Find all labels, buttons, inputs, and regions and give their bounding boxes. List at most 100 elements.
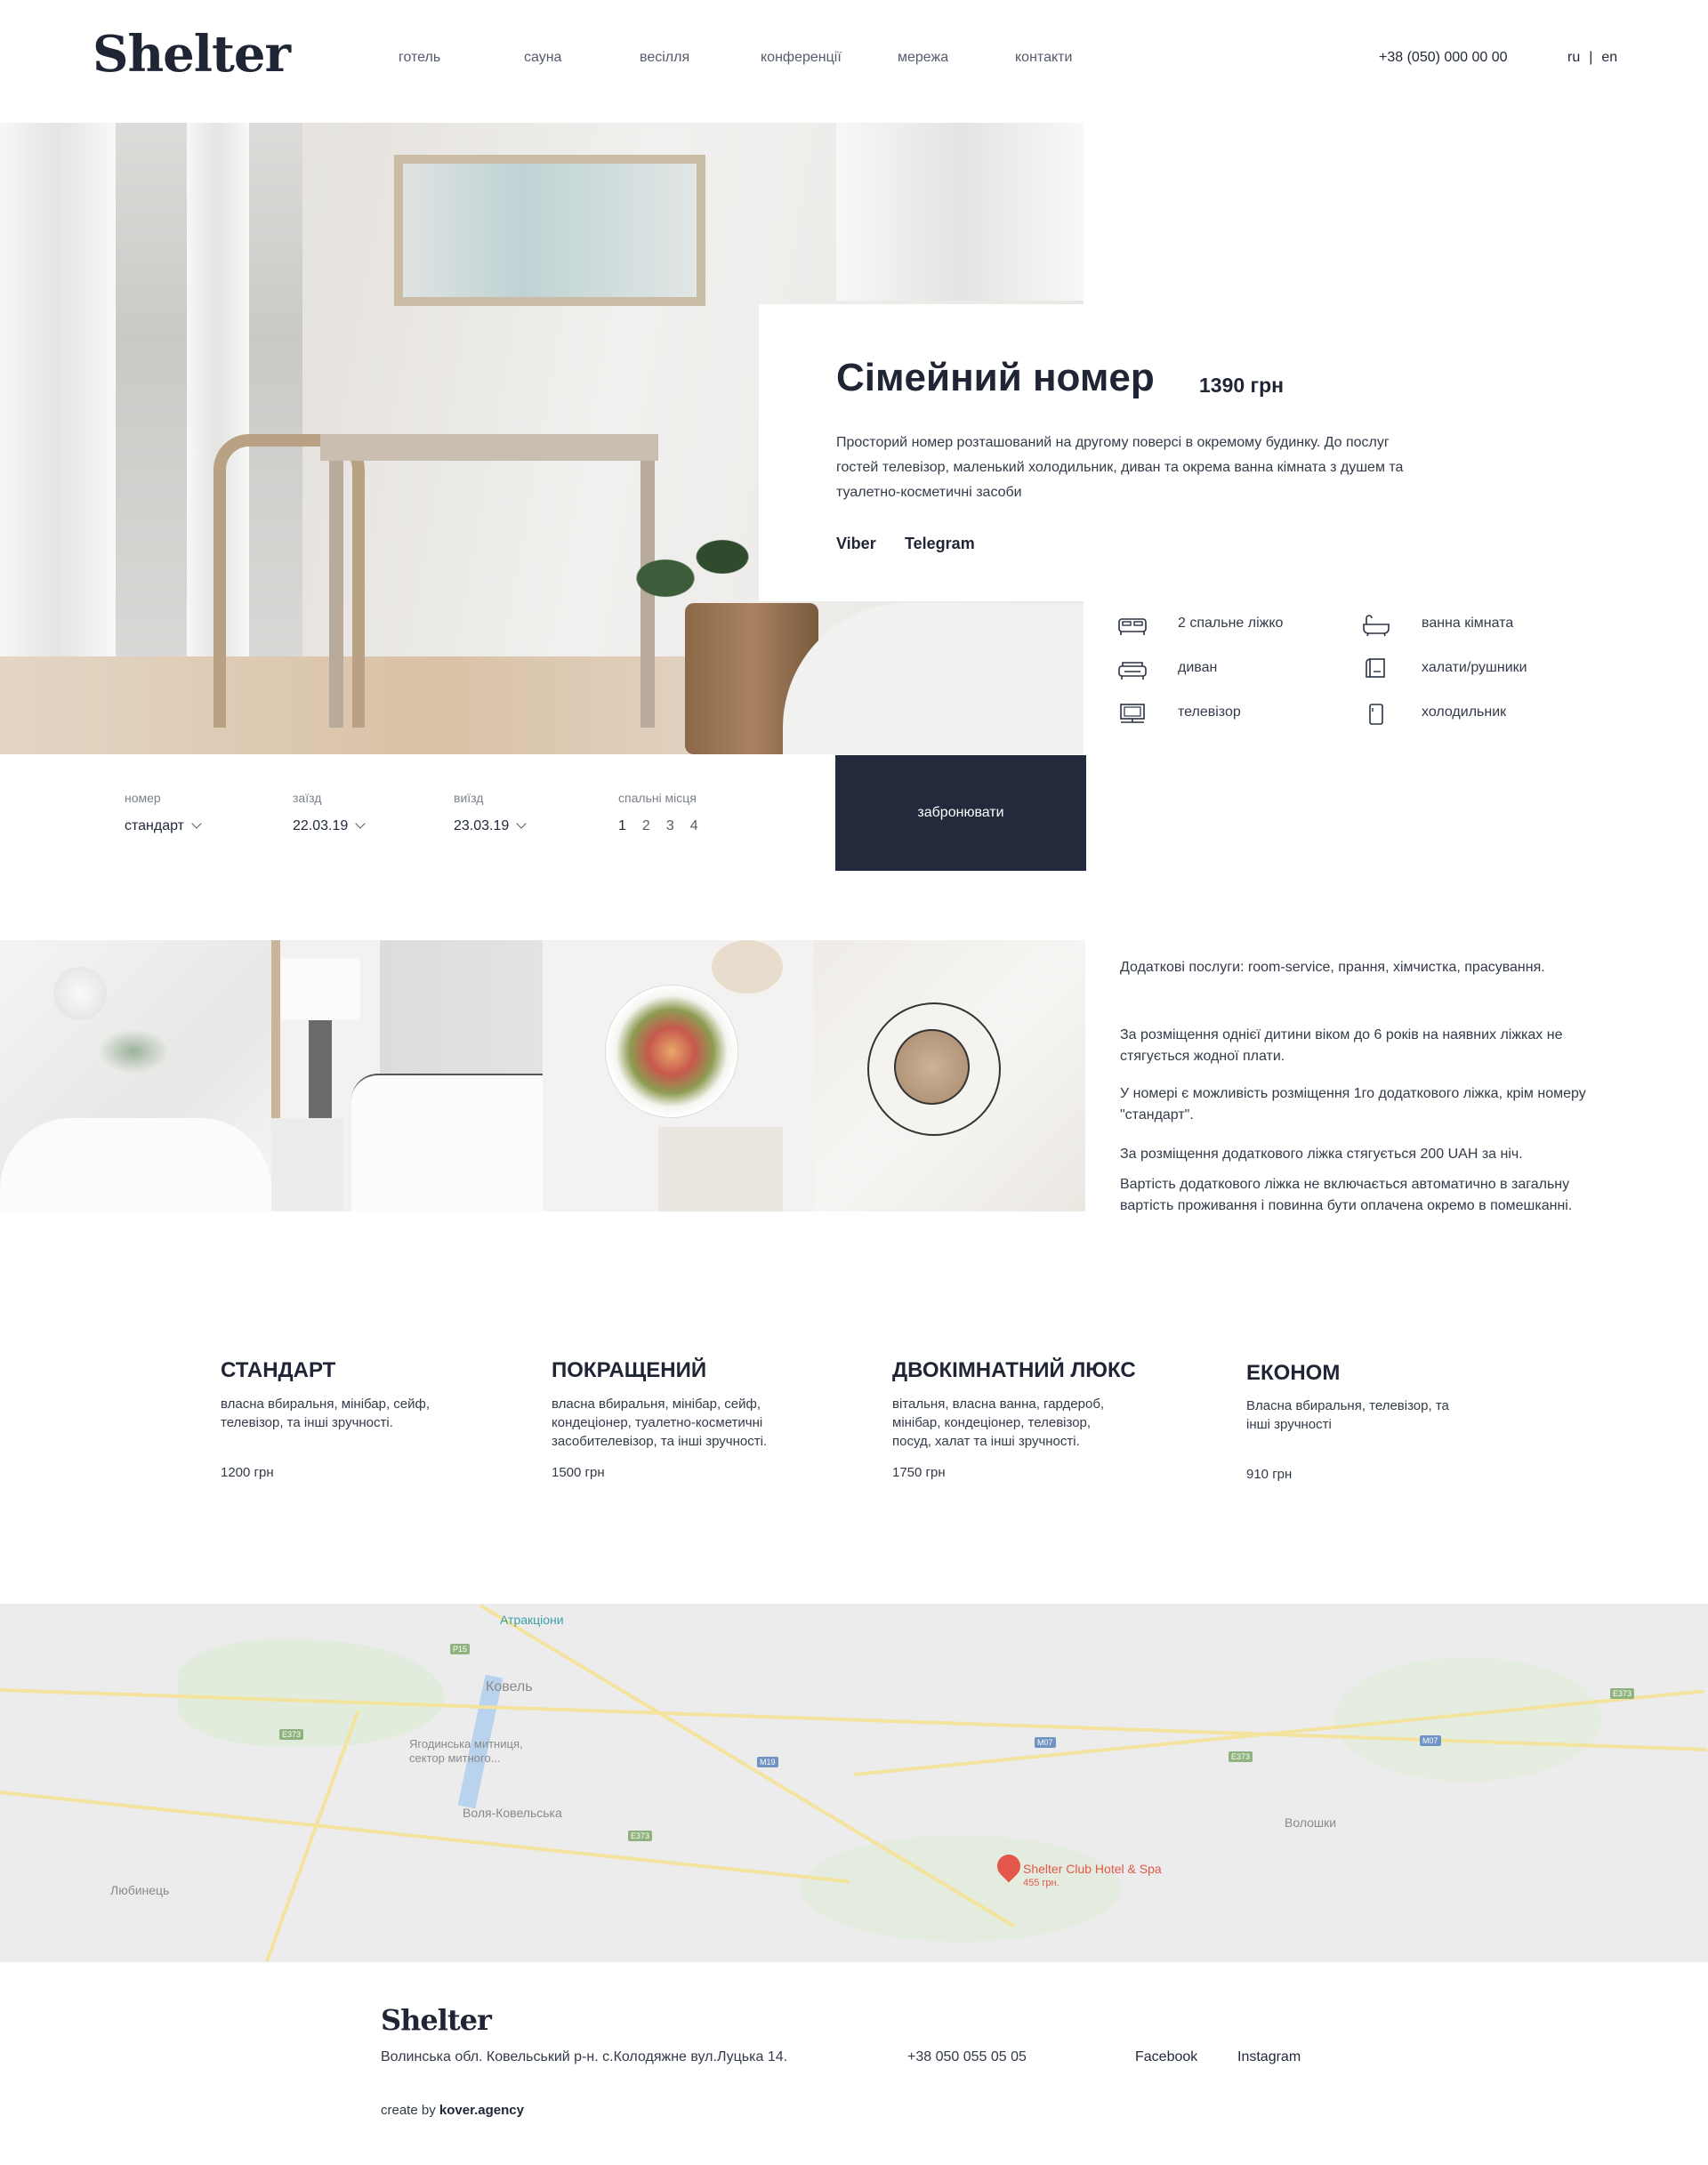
footer-address: Волинська обл. Ковельський р-н. с.Колодя… <box>381 2049 788 2064</box>
road-shield: E373 <box>279 1729 304 1740</box>
sofa-icon <box>1118 662 1147 680</box>
nav-item-conferences[interactable]: конференції <box>761 50 842 66</box>
beds-option-1[interactable]: 1 <box>618 818 626 833</box>
bed-linen <box>351 1074 543 1211</box>
road-shield: E373 <box>628 1831 653 1841</box>
amenity-bathroom: ванна кімната <box>1422 616 1514 631</box>
map-marker-subtitle: 455 грн. <box>1023 1878 1059 1888</box>
curtain-right <box>836 123 1084 301</box>
room-type-title[interactable]: ЕКОНОМ <box>1246 1361 1340 1386</box>
room-title: Сімейний номер <box>836 356 1155 399</box>
footer-logo[interactable]: Shelter <box>381 2003 492 2037</box>
room-type-price: 910 грн <box>1246 1467 1293 1482</box>
checkout-date-value: 23.03.19 <box>454 818 510 833</box>
room-type-desc: Власна вбиральня, телевізор, та інші зру… <box>1246 1398 1449 1432</box>
room-type-title[interactable]: СТАНДАРТ <box>221 1358 335 1383</box>
facebook-link[interactable]: Facebook <box>1135 2049 1197 2065</box>
road-shield: E373 <box>1610 1688 1635 1699</box>
lang-ru[interactable]: ru <box>1567 50 1580 65</box>
map-green-area <box>1334 1657 1601 1782</box>
amenity-tv: телевізор <box>1178 704 1241 720</box>
chevron-down-icon <box>516 818 527 829</box>
road-shield: M07 <box>1420 1735 1441 1746</box>
desk-leg <box>329 461 343 728</box>
road-shield: M19 <box>757 1757 778 1767</box>
coffee-latte <box>894 1029 970 1105</box>
header-phone[interactable]: +38 (050) 000 00 00 <box>1379 50 1508 66</box>
map-place-label: Волошки <box>1285 1815 1337 1830</box>
coffee-cup <box>712 940 783 994</box>
desk <box>320 434 658 461</box>
checkin-date-picker[interactable]: 22.03.19 <box>293 818 366 834</box>
room-type-title[interactable]: ДВОКІМНАТНИЙ ЛЮКС <box>892 1358 1136 1383</box>
nav-item-hotel[interactable]: готель <box>399 50 440 66</box>
instagram-link[interactable]: Instagram <box>1237 2049 1301 2065</box>
agency-link[interactable]: kover.agency <box>439 2103 524 2118</box>
map-marker-title: Shelter Club Hotel & Spa <box>1023 1862 1162 1876</box>
beds-label: спальні місця <box>618 791 697 805</box>
location-map[interactable]: Атракціони Ковель Ягодинська митниця, се… <box>0 1604 1708 1962</box>
language-switcher: ru | en <box>1567 50 1617 66</box>
chevron-down-icon <box>355 818 366 829</box>
road-shield: M07 <box>1035 1737 1056 1748</box>
extra-bed-option: У номері є можливість розміщення 1го дод… <box>1120 1086 1586 1123</box>
road-shield: E373 <box>1229 1751 1253 1762</box>
lang-separator: | <box>1589 50 1593 65</box>
nightstand <box>271 1118 342 1211</box>
beds-option-4[interactable]: 4 <box>690 818 698 833</box>
nav-item-sauna[interactable]: сауна <box>524 50 561 66</box>
checkout-label: виїзд <box>454 791 484 805</box>
room-description: Просторий номер розташований на другому … <box>836 435 1404 500</box>
gallery-photo-coffee[interactable] <box>814 940 1085 1211</box>
checkin-label: заїзд <box>293 791 322 805</box>
room-price: 1390 грн <box>1199 374 1285 397</box>
chevron-down-icon <box>191 818 202 829</box>
extra-services: Додаткові послуги: room-service, прання,… <box>1120 960 1545 975</box>
checkout-date-picker[interactable]: 23.03.19 <box>454 818 527 834</box>
bathtub-icon <box>1363 615 1390 637</box>
viber-link[interactable]: Viber <box>836 535 876 553</box>
map-road <box>0 1791 850 1884</box>
room-select-value: стандарт <box>125 818 184 833</box>
amenity-double-bed: 2 спальне ліжко <box>1178 616 1284 631</box>
book-button[interactable]: забронювати <box>835 755 1086 871</box>
plant <box>98 1029 169 1074</box>
nav-item-wedding[interactable]: весілля <box>640 50 689 66</box>
amenity-sofa: диван <box>1178 660 1218 675</box>
map-place-label: Воля-Ковельська <box>463 1806 562 1820</box>
footer-credit: create by kover.agency <box>381 2103 524 2118</box>
nav-item-contacts[interactable]: контакти <box>1015 50 1072 66</box>
credit-prefix: create by <box>381 2103 436 2118</box>
room-select[interactable]: стандарт <box>125 818 202 834</box>
room-type-title[interactable]: ПОКРАЩЕНИЙ <box>552 1358 706 1383</box>
extra-bed-price: За розміщення додаткового ліжка стягуєть… <box>1120 1147 1523 1162</box>
amenity-towels: халати/рушники <box>1422 660 1527 675</box>
room-type-desc: власна вбиральня, мінібар, сейф, телевіз… <box>221 1396 431 1430</box>
nav-item-network[interactable]: мережа <box>898 50 948 66</box>
map-green-area <box>178 1639 445 1746</box>
map-road <box>265 1710 360 1962</box>
telegram-link[interactable]: Telegram <box>905 535 975 553</box>
gallery-photo-breakfast[interactable] <box>543 940 814 1211</box>
lamp-shade <box>280 958 360 1020</box>
logo[interactable]: Shelter <box>93 25 291 84</box>
room-type-price: 1500 грн <box>552 1465 605 1480</box>
room-type-desc: власна вбиральня, мінібар, сейф, кондеці… <box>552 1396 768 1449</box>
towel-icon <box>1366 658 1385 678</box>
amenity-fridge: холодильник <box>1422 704 1507 720</box>
gallery-photo-lamp[interactable] <box>0 940 271 1211</box>
beds-option-2[interactable]: 2 <box>642 818 650 833</box>
room-select-label: номер <box>125 791 161 805</box>
fridge-icon <box>1369 704 1383 725</box>
wall-map-frame <box>394 155 705 306</box>
gallery-photo-bedside[interactable] <box>271 940 543 1211</box>
beds-option-3[interactable]: 3 <box>666 818 674 833</box>
map-green-area <box>801 1835 1121 1942</box>
footer-phone[interactable]: +38 050 055 05 05 <box>907 2049 1027 2065</box>
map-place-label: Любинець <box>110 1883 170 1897</box>
checkin-date-value: 22.03.19 <box>293 818 349 833</box>
lang-en[interactable]: en <box>1601 50 1617 65</box>
road-shield: P15 <box>450 1644 471 1654</box>
bed <box>783 603 1084 754</box>
tv-icon <box>1120 704 1145 723</box>
